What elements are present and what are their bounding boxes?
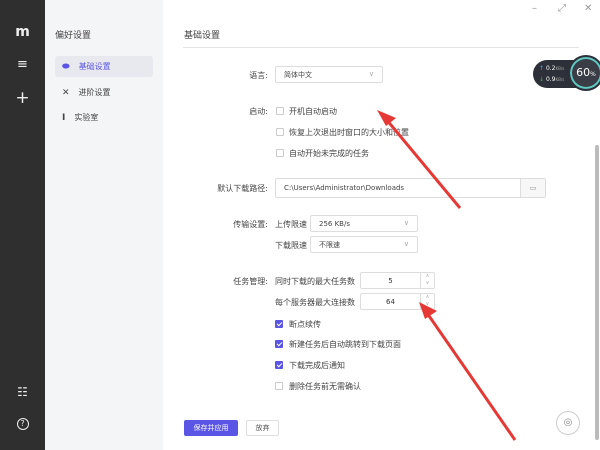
save-button[interactable]: 保存并应用: [184, 420, 238, 436]
app-rail: m ≡ + ☷ ?: [0, 0, 45, 450]
increment-icon[interactable]: ∧: [421, 273, 434, 280]
startup-label: 启动:: [249, 107, 268, 116]
restore-window-label: 恢复上次退出时窗口的大小和位置: [289, 128, 409, 137]
settings-sliders-icon[interactable]: ☷: [0, 385, 45, 399]
max-tasks-value: 5: [388, 276, 393, 285]
checkbox-resume[interactable]: [275, 320, 283, 328]
sidebar-item-label: 基础设置: [78, 62, 111, 71]
checkbox-autostart[interactable]: [276, 107, 284, 115]
minimize-icon[interactable]: –: [532, 3, 537, 14]
autostart-label: 开机自动启动: [289, 107, 337, 116]
language-select[interactable]: 简体中文 ∨: [275, 66, 383, 83]
usage-percent: 60: [576, 66, 591, 79]
chevron-down-icon: ∨: [403, 240, 409, 248]
sidebar-item-label: 实验室: [74, 113, 99, 122]
divider: [183, 47, 579, 48]
download-limit-label: 下载限速: [275, 241, 307, 250]
sidebar-item-basic[interactable]: ⬬ 基础设置: [55, 56, 153, 77]
usage-gauge: 60%: [568, 55, 600, 91]
usage-unit: %: [590, 71, 596, 78]
tools-icon: ✕: [62, 87, 70, 98]
chevron-down-icon: ∨: [403, 219, 409, 227]
resume-label: 断点续传: [289, 320, 321, 329]
plus-icon[interactable]: +: [0, 88, 45, 108]
folder-button[interactable]: ▭: [520, 179, 545, 197]
download-path-value: C:\Users\Administrator\Downloads: [284, 184, 405, 192]
download-path-input[interactable]: C:\Users\Administrator\Downloads ▭: [275, 178, 546, 198]
download-unit: KB/s: [555, 77, 565, 82]
download-path-label: 默认下载路径:: [217, 184, 268, 193]
checkbox-restore-window[interactable]: [276, 128, 284, 136]
jump-to-downloads-label: 新建任务后自动跳转到下载页面: [289, 340, 401, 349]
checkbox-auto-resume[interactable]: [276, 149, 284, 157]
language-label: 语言:: [249, 71, 268, 80]
upload-unit: KB/s: [555, 66, 565, 71]
decrement-icon[interactable]: ∨: [421, 280, 434, 287]
upload-speed: 0.2: [545, 65, 556, 72]
download-speed: 0.9: [545, 76, 556, 83]
sidebar: 偏好设置 ⬬ 基础设置 ✕ 进阶设置 I 实验室: [45, 0, 163, 450]
maximize-icon[interactable]: ⤢: [558, 3, 566, 14]
sidebar-title: 偏好设置: [55, 31, 92, 41]
sidebar-item-lab[interactable]: I 实验室: [55, 107, 153, 128]
close-icon[interactable]: ✕: [584, 3, 592, 14]
no-confirm-delete-label: 删除任务前无需确认: [289, 382, 361, 391]
upload-limit-label: 上传限速: [275, 220, 307, 229]
scrollbar[interactable]: [595, 145, 599, 440]
speed-meter-icon[interactable]: ◎: [556, 411, 580, 435]
max-conn-stepper[interactable]: 64 ∧ ∨: [360, 293, 435, 310]
max-tasks-stepper[interactable]: 5 ∧ ∨: [360, 272, 435, 289]
page-title: 基础设置: [184, 31, 221, 41]
auto-resume-label: 自动开始未完成的任务: [289, 149, 369, 158]
language-value: 简体中文: [284, 70, 312, 79]
checkbox-notify[interactable]: [275, 361, 283, 369]
discard-button[interactable]: 放弃: [246, 420, 279, 436]
max-conn-value: 64: [386, 297, 395, 306]
toggle-icon: ⬬: [62, 61, 70, 72]
help-icon[interactable]: ?: [0, 418, 45, 430]
chevron-down-icon: ∨: [368, 70, 374, 78]
max-conn-label: 每个服务器最大连接数: [275, 298, 355, 307]
increment-icon[interactable]: ∧: [421, 294, 434, 301]
download-limit-value: 不限速: [319, 240, 340, 249]
transfer-label: 传输设置:: [233, 220, 268, 229]
upload-arrow-icon: ↑: [539, 65, 545, 72]
annotation-arrow-connections: [419, 302, 517, 441]
menu-icon[interactable]: ≡: [0, 57, 45, 72]
upload-limit-value: 256 KB/s: [319, 219, 350, 228]
download-arrow-icon: ↓: [539, 76, 545, 83]
upload-limit-select[interactable]: 256 KB/s ∨: [310, 215, 418, 232]
sidebar-item-advanced[interactable]: ✕ 进阶设置: [55, 82, 153, 103]
sidebar-item-label: 进阶设置: [78, 88, 111, 97]
logo-icon: m: [15, 24, 30, 40]
notify-label: 下载完成后通知: [289, 361, 345, 370]
checkbox-no-confirm-delete[interactable]: [275, 382, 283, 390]
tasks-label: 任务管理:: [233, 277, 268, 286]
decrement-icon[interactable]: ∨: [421, 301, 434, 308]
download-limit-select[interactable]: 不限速 ∨: [310, 236, 418, 253]
max-tasks-label: 同时下载的最大任务数: [275, 277, 355, 286]
checkbox-jump-to-downloads[interactable]: [275, 340, 283, 348]
flask-icon: I: [62, 112, 66, 123]
